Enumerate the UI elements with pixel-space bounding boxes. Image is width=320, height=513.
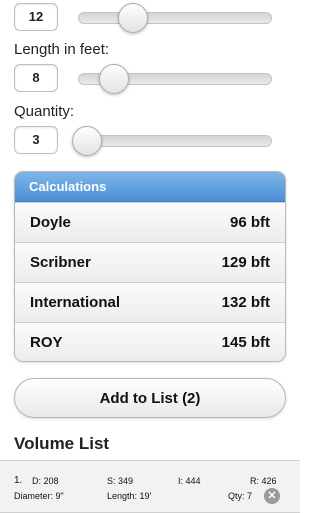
calc-row-scribner: Scribner 129 bft xyxy=(15,242,285,282)
calculations-panel: Calculations Doyle 96 bft Scribner 129 b… xyxy=(14,171,286,362)
close-circle-icon[interactable]: ✕ xyxy=(264,488,280,504)
diameter-slider-thumb[interactable] xyxy=(117,3,148,33)
calc-value: 132 bft xyxy=(221,294,270,311)
volume-list: 1. D: 208 S: 349 I: 444 R: 426 Diameter:… xyxy=(0,460,300,513)
length-slider-thumb[interactable] xyxy=(98,64,129,94)
item-doyle: D: 208 xyxy=(32,476,59,486)
calc-name: ROY xyxy=(30,334,63,351)
calc-value: 129 bft xyxy=(221,254,270,271)
item-scribner: S: 349 xyxy=(107,476,134,486)
calc-row-roy: ROY 145 bft xyxy=(15,322,285,361)
item-index: 1. xyxy=(14,475,23,486)
volume-list-title: Volume List xyxy=(14,434,110,453)
length-slider-track[interactable] xyxy=(78,64,272,94)
quantity-label: Quantity: xyxy=(14,103,75,120)
item-roy: R: 426 xyxy=(250,476,277,486)
item-length: Length: 19' xyxy=(107,491,152,501)
diameter-value-box[interactable]: 12 xyxy=(14,3,58,31)
length-label: Length in feet: xyxy=(14,41,110,58)
calc-name: Scribner xyxy=(30,254,91,271)
item-international: I: 444 xyxy=(178,476,201,486)
calc-row-international: International 132 bft xyxy=(15,282,285,322)
length-slider-row: 8 xyxy=(14,64,274,94)
calc-row-doyle: Doyle 96 bft xyxy=(15,202,285,242)
add-to-list-button[interactable]: Add to List (2) xyxy=(14,378,286,418)
calculations-header: Calculations xyxy=(15,172,285,202)
quantity-slider-row: 3 xyxy=(14,126,274,156)
quantity-value-box[interactable]: 3 xyxy=(14,126,58,154)
calc-value: 96 bft xyxy=(229,214,270,231)
calc-value: 145 bft xyxy=(221,334,270,351)
quantity-slider-thumb[interactable] xyxy=(71,126,102,156)
calc-name: Doyle xyxy=(30,214,71,231)
diameter-slider-row: 12 xyxy=(14,3,274,33)
calc-name: International xyxy=(30,294,121,311)
item-qty: Qty: 7 xyxy=(228,491,253,501)
quantity-slider-track[interactable] xyxy=(71,126,272,156)
diameter-slider-track[interactable] xyxy=(78,3,272,33)
length-value-box[interactable]: 8 xyxy=(14,64,58,92)
item-diameter: Diameter: 9" xyxy=(14,491,64,501)
